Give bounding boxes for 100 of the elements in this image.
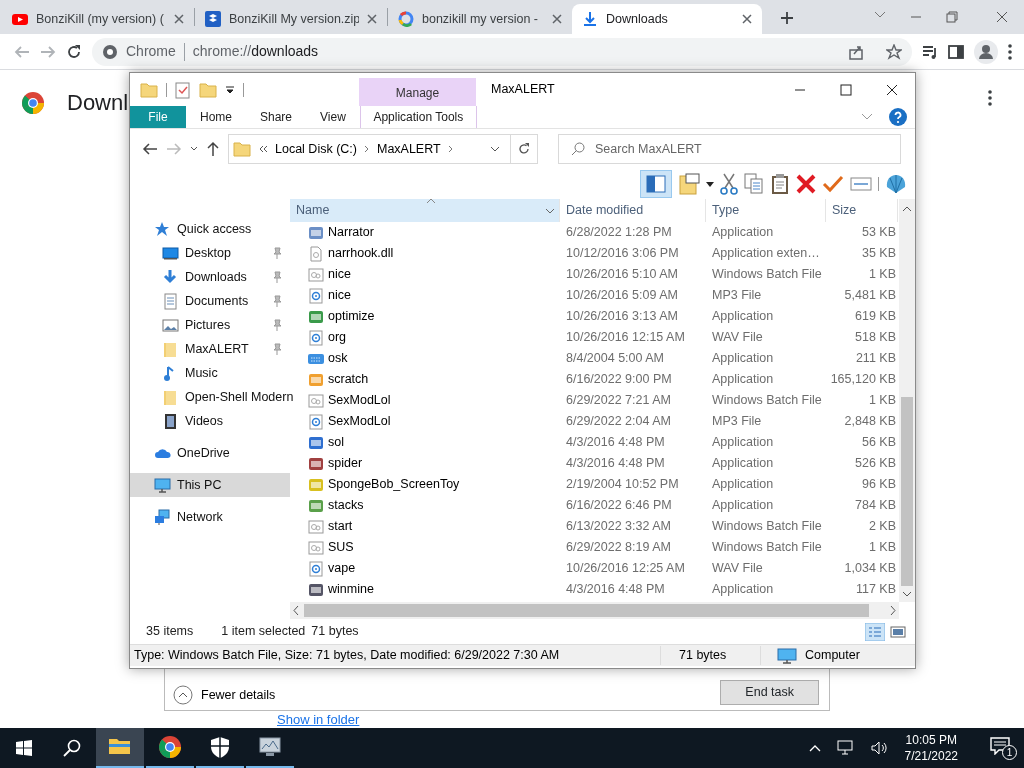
clock-time[interactable]: 10:05 PM	[904, 732, 958, 748]
restore-icon[interactable]	[946, 11, 958, 23]
file-row[interactable]: spider 4/3/2016 4:48 PM Application 526 KB	[290, 453, 899, 474]
nav-item[interactable]: Music	[130, 361, 290, 385]
dropdown-icon[interactable]	[490, 146, 500, 152]
preview-pane-button[interactable]	[640, 170, 672, 198]
browser-tab[interactable]: bonzikill my version -	[388, 4, 572, 34]
side-panel-icon[interactable]	[948, 43, 964, 60]
nav-item[interactable]: This PC	[130, 473, 290, 497]
file-row[interactable]: nice 10/26/2016 5:10 AM Windows Batch File 1 KB	[290, 264, 899, 285]
search-field[interactable]: Search MaxALERT	[558, 134, 901, 164]
back-icon[interactable]	[142, 142, 158, 156]
file-row[interactable]: nice 10/26/2016 5:09 AM MP3 File 5,481 KB	[290, 285, 899, 306]
column-header[interactable]: Type	[706, 199, 826, 222]
pin-icon[interactable]	[272, 295, 282, 307]
end-task-button[interactable]: End task	[720, 680, 819, 705]
file-row[interactable]: scratch 6/16/2022 9:00 PM Application 165,120 KB	[290, 369, 899, 390]
properties-icon[interactable]	[678, 173, 700, 195]
nav-item[interactable]: Documents	[130, 289, 290, 313]
copy-icon[interactable]	[744, 173, 764, 195]
properties-icon[interactable]	[175, 80, 191, 99]
close-icon[interactable]	[886, 83, 898, 96]
shell-icon[interactable]	[885, 173, 907, 195]
ribbon-tab[interactable]: Share	[246, 106, 307, 128]
file-row[interactable]: SexModLol 6/29/2022 2:04 AM MP3 File 2,848 KB	[290, 411, 899, 432]
reload-icon[interactable]	[66, 43, 82, 60]
media-icon[interactable]	[922, 43, 938, 60]
nav-item[interactable]: OneDrive	[130, 441, 290, 465]
up-icon[interactable]	[206, 141, 220, 157]
chevron-right-icon[interactable]	[363, 145, 370, 153]
nav-item[interactable]: Videos	[130, 409, 290, 433]
pin-icon[interactable]	[272, 247, 282, 259]
notification-icon[interactable]	[990, 736, 1010, 755]
scrollbar[interactable]	[290, 602, 899, 619]
profile-icon[interactable]	[974, 39, 998, 64]
breadcrumb-item[interactable]: MaxALERT	[376, 139, 441, 159]
start-icon[interactable]	[16, 740, 32, 756]
show-in-folder-link[interactable]: Show in folder	[277, 712, 360, 727]
nav-item[interactable]: Quick access	[130, 217, 290, 241]
overflow-icon[interactable]	[258, 145, 268, 153]
chevron-up-icon[interactable]	[808, 744, 821, 752]
file-row[interactable]: SpongeBob_ScreenToy 2/19/2004 10:52 PM Application 96 KB	[290, 474, 899, 495]
column-header[interactable]: Date modified	[560, 199, 706, 222]
ribbon-tab[interactable]: Home	[186, 106, 246, 128]
nav-item[interactable]: Pictures	[130, 313, 290, 337]
breadcrumb-item[interactable]: Local Disk (C:)	[275, 139, 357, 159]
file-row[interactable]: stacks 6/16/2022 6:46 PM Application 784 KB	[290, 495, 899, 516]
maximize-icon[interactable]	[840, 83, 852, 96]
ribbon-tab[interactable]: View	[306, 106, 360, 128]
file-row[interactable]: osk 8/4/2004 5:00 AM Application 211 KB	[290, 348, 899, 369]
column-header[interactable]: Size	[826, 199, 898, 222]
browser-tab[interactable]: Downloads	[572, 4, 762, 34]
collapse-icon[interactable]	[173, 685, 193, 705]
volume-icon[interactable]	[870, 740, 889, 756]
file-row[interactable]: optimize 10/26/2016 3:13 AM Application 619 KB	[290, 306, 899, 327]
fewer-details-link[interactable]: Fewer details	[201, 685, 276, 705]
help-icon[interactable]	[889, 108, 907, 126]
file-row[interactable]: sol 4/3/2016 4:48 PM Application 56 KB	[290, 432, 899, 453]
pin-icon[interactable]	[272, 271, 282, 283]
clock-date[interactable]: 7/21/2022	[904, 748, 958, 764]
menu-icon[interactable]	[1008, 43, 1012, 60]
menu-icon[interactable]	[988, 90, 992, 106]
pin-icon[interactable]	[272, 343, 282, 355]
file-row[interactable]: vape 10/26/2016 12:25 AM WAV File 1,034 KB	[290, 558, 899, 579]
search-icon[interactable]	[63, 739, 81, 757]
ribbon-tab[interactable]: Application Tools	[359, 106, 477, 128]
nav-item[interactable]: Downloads	[130, 265, 290, 289]
file-row[interactable]: SUS 6/29/2022 8:19 AM Windows Batch File 1 KB	[290, 537, 899, 558]
chevron-down-icon[interactable]	[874, 11, 886, 19]
scrollbar[interactable]	[899, 199, 915, 602]
file-row[interactable]: narrhook.dll 10/12/2016 3:06 PM Application exten… 35 KB	[290, 243, 899, 264]
file-row[interactable]: start 6/13/2022 3:32 AM Windows Batch File 2 KB	[290, 516, 899, 537]
new-tab-icon[interactable]	[780, 10, 794, 25]
dropdown-icon[interactable]	[706, 181, 714, 187]
nav-item[interactable]: Desktop	[130, 241, 290, 265]
nav-item[interactable]: Network	[130, 505, 290, 529]
address-field[interactable]: Local Disk (C:) MaxALERT	[228, 134, 538, 164]
browser-tab[interactable]: BonziKill (my version) (	[2, 4, 194, 34]
share-icon[interactable]	[848, 43, 864, 60]
recent-locations-icon[interactable]	[190, 146, 198, 152]
chevron-right-icon[interactable]	[447, 145, 454, 153]
pin-icon[interactable]	[272, 319, 282, 331]
network-icon[interactable]	[836, 740, 855, 756]
paste-icon[interactable]	[770, 173, 790, 195]
file-row[interactable]: org 10/26/2016 12:15 AM WAV File 518 KB	[290, 327, 899, 348]
dropdown-icon[interactable]	[225, 84, 235, 95]
column-header[interactable]: Name	[290, 199, 560, 222]
address-text[interactable]: chrome://downloads	[192, 41, 840, 62]
close-icon[interactable]	[742, 14, 752, 24]
cut-icon[interactable]	[720, 173, 738, 195]
checkmark-icon[interactable]	[822, 174, 844, 194]
nav-item[interactable]: MaxALERT	[130, 337, 290, 361]
browser-tab[interactable]: BonziKill My version.zip	[195, 4, 387, 34]
file-row[interactable]: Narrator 6/28/2022 1:28 PM Application 53 KB	[290, 222, 899, 243]
ribbon-tab[interactable]: File	[130, 106, 186, 128]
star-icon[interactable]	[886, 43, 902, 60]
expand-ribbon-icon[interactable]	[861, 113, 873, 121]
file-row[interactable]: winmine 4/3/2016 4:48 PM Application 117 KB	[290, 579, 899, 600]
delete-icon[interactable]	[796, 174, 816, 194]
taskbar-button[interactable]	[96, 728, 144, 768]
